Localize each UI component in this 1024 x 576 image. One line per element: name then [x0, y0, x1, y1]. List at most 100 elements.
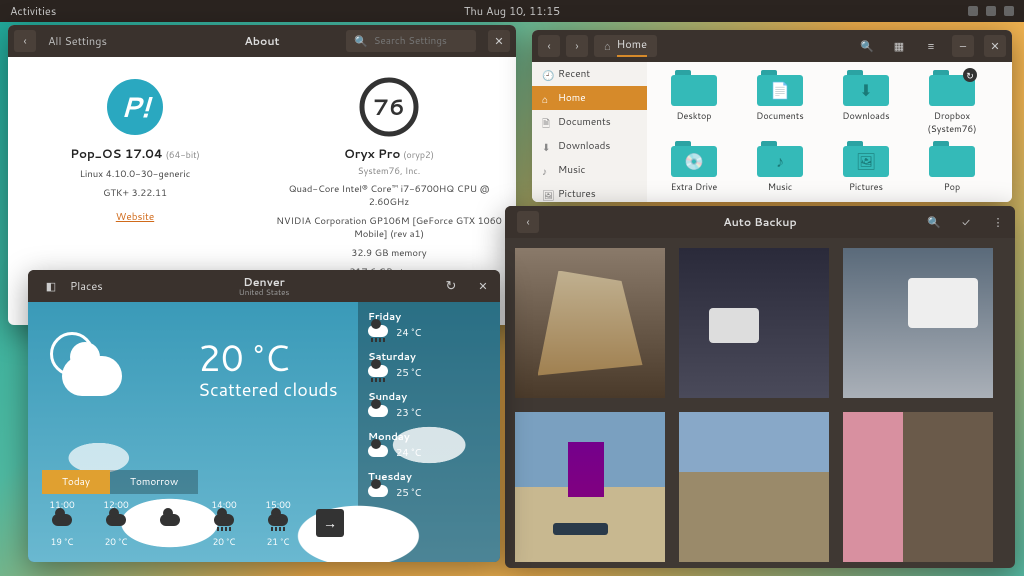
files-titlebar[interactable]: ‹ › ⌂ Home 🔍 ▦ ≡ – ✕ — [532, 30, 1012, 62]
folder-label: Dropbox (System76) — [909, 109, 995, 135]
hour-temp: 21 °C — [258, 535, 298, 548]
folder-label: Music — [737, 180, 823, 193]
tab-today[interactable]: Today — [42, 470, 110, 494]
nav-forward-button[interactable]: › — [566, 35, 588, 57]
search-button[interactable]: 🔍 — [923, 211, 945, 233]
files-sidebar: 🕘Recent⌂Home 🗎 Documents ⬇Downloads♪Music🖼P… — [532, 62, 647, 202]
hour-weather-icon — [105, 514, 127, 532]
menu-button[interactable]: ⋮ — [987, 211, 1009, 233]
path-current[interactable]: Home — [617, 36, 647, 57]
weather-titlebar[interactable]: ◧ Places Denver United States ↻ ✕ — [28, 270, 500, 302]
tab-tomorrow[interactable]: Tomorrow — [110, 470, 198, 494]
folder-label: Pictures — [823, 180, 909, 193]
hourly-item: 11:0019 °C — [42, 498, 82, 548]
folder-label: Downloads — [823, 109, 909, 122]
power-icon[interactable] — [1004, 6, 1014, 16]
hour-temp: 20 °C — [204, 535, 244, 548]
sidebar-item-label: Documents — [558, 115, 611, 129]
photos-titlebar[interactable]: ‹ Auto Backup 🔍 ✓ ⋮ — [505, 206, 1015, 238]
folder-label: Desktop — [651, 109, 737, 122]
refresh-button[interactable]: ↻ — [440, 275, 462, 297]
view-toggle-button[interactable]: ▦ — [888, 35, 910, 57]
menu-button[interactable]: ≡ — [920, 35, 942, 57]
gtk-version: GTK+ 3.22.11 — [103, 187, 167, 200]
sidebar-item-recent[interactable]: 🕘Recent — [532, 62, 647, 86]
cpu-info: Quad-Core Intel® Core™ i7-6700HQ CPU @ 2… — [272, 183, 506, 209]
sidebar-item-home[interactable]: ⌂Home — [532, 86, 647, 110]
folder-item[interactable]: 📄Documents — [737, 70, 823, 135]
places-button[interactable]: ◧ — [40, 275, 62, 297]
folder-icon: ⬇ — [843, 70, 889, 106]
folder-icon: 💿 — [671, 141, 717, 177]
weather-main-panel: 20 °C Scattered clouds Today Tomorrow 11… — [28, 302, 358, 562]
folder-item[interactable]: Desktop — [651, 70, 737, 135]
top-panel: Activities Thu Aug 10, 11:15 — [0, 0, 1024, 22]
volume-icon[interactable] — [986, 6, 996, 16]
photo-thumbnail[interactable] — [843, 412, 993, 562]
doc-icon: 🗎 — [542, 117, 552, 127]
back-button[interactable]: ‹ — [517, 211, 539, 233]
sidebar-item-documents[interactable]: 🗎 Documents — [532, 110, 647, 134]
hw-vendor: System76, Inc. — [358, 164, 421, 177]
folder-item[interactable]: ♪Music — [737, 141, 823, 193]
close-button[interactable]: ✕ — [488, 30, 510, 52]
home-icon: ⌂ — [604, 38, 611, 54]
window-title: About — [244, 33, 279, 49]
minimize-button[interactable]: – — [952, 35, 974, 57]
photo-thumbnail[interactable] — [843, 248, 993, 398]
activities-button[interactable]: Activities — [10, 3, 56, 19]
settings-titlebar[interactable]: ‹ All Settings About 🔍 ✕ — [8, 25, 516, 57]
places-label[interactable]: Places — [70, 278, 103, 294]
photo-thumbnail[interactable] — [679, 248, 829, 398]
back-button[interactable]: ‹ — [14, 30, 36, 52]
close-button[interactable]: ✕ — [472, 275, 494, 297]
folder-item[interactable]: Pop — [909, 141, 995, 193]
sidebar-item-label: Pictures — [558, 187, 596, 201]
sidebar-item-label: Home — [558, 91, 586, 105]
folder-item[interactable]: 🖼Pictures — [823, 141, 909, 193]
folder-item[interactable]: ⬇ Downloads — [823, 70, 909, 135]
hourly-item: 14:0020 °C — [204, 498, 244, 548]
folder-label: Pop — [909, 180, 995, 193]
gpu-info: NVIDIA Corporation GP106M [GeForce GTX 1… — [272, 215, 506, 241]
folder-icon: 📄 — [757, 70, 803, 106]
select-button[interactable]: ✓ — [955, 211, 977, 233]
os-name: Pop_OS 17.04 — [70, 145, 163, 162]
search-input[interactable] — [374, 34, 468, 48]
all-settings-label[interactable]: All Settings — [48, 33, 107, 49]
hourly-item: 13:0022 °C — [150, 498, 190, 548]
ram-info: 32.9 GB memory — [351, 247, 426, 260]
hourly-item: 12:0020 °C — [96, 498, 136, 548]
os-website-link[interactable]: Website — [116, 210, 154, 224]
nav-back-button[interactable]: ‹ — [538, 35, 560, 57]
settings-search[interactable]: 🔍 — [346, 30, 476, 52]
path-bar[interactable]: ⌂ Home — [594, 35, 657, 57]
folder-item[interactable]: 💿Extra Drive — [651, 141, 737, 193]
clock[interactable]: Thu Aug 10, 11:15 — [464, 3, 560, 19]
system-tray[interactable] — [968, 6, 1014, 16]
next-hours-button[interactable]: → — [316, 509, 344, 537]
search-button[interactable]: 🔍 — [856, 35, 878, 57]
photo-thumbnail[interactable] — [679, 412, 829, 562]
sidebar-item-pictures[interactable]: 🖼Pictures — [532, 182, 647, 202]
kernel-version: Linux 4.10.0-30-generic — [80, 168, 191, 181]
network-icon[interactable] — [968, 6, 978, 16]
clock-icon: 🕘 — [542, 69, 552, 79]
folder-item[interactable]: ↻Dropbox (System76) — [909, 70, 995, 135]
sidebar-item-music[interactable]: ♪Music — [532, 158, 647, 182]
photo-thumbnail[interactable] — [515, 248, 665, 398]
hour-weather-icon — [159, 514, 181, 532]
close-button[interactable]: ✕ — [984, 35, 1006, 57]
photo-grid[interactable] — [505, 238, 1015, 568]
hourly-forecast: 11:0019 °C 12:0020 °C 13:0022 °C 14:0020 °C… — [42, 498, 344, 548]
sidebar-item-label: Music — [558, 163, 585, 177]
folder-grid[interactable]: Desktop📄Documents ⬇ Downloads↻Dropbox (Sys… — [647, 62, 1012, 202]
country-name: United States — [239, 288, 290, 297]
photo-thumbnail[interactable] — [515, 412, 665, 562]
hourly-item: 15:0021 °C — [258, 498, 298, 548]
hour-weather-icon — [267, 514, 289, 532]
pop-os-logo: P! — [105, 77, 165, 137]
sidebar-item-downloads[interactable]: ⬇Downloads — [532, 134, 647, 158]
hour-temp: 22 °C — [150, 535, 190, 548]
photos-window: ‹ Auto Backup 🔍 ✓ ⋮ — [505, 206, 1015, 568]
